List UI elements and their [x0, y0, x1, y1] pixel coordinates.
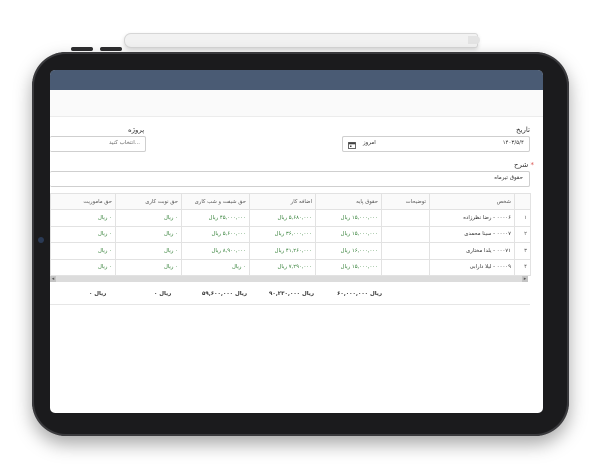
total-mission: ۰ ریال	[89, 291, 107, 297]
mission-cell[interactable]: ۰ ریال	[50, 209, 116, 227]
description-label: شرح *	[514, 161, 534, 169]
overtime-cell[interactable]: ۴۱,۲۶۰,۰۰۰ ریال	[249, 242, 316, 260]
base-salary-cell[interactable]: ۱۶,۰۰۰,۰۰۰ ریال	[315, 242, 382, 260]
stylus-pencil	[124, 33, 478, 48]
scroll-right-arrow-icon[interactable]: ▸	[522, 276, 528, 282]
column-header[interactable]: شخص	[429, 193, 515, 210]
turn-cell[interactable]: ۰ ریال	[115, 225, 182, 243]
volume-button	[71, 47, 93, 51]
screen: تاریخ ۱۴۰۳/۵/۴ امروز پروژه انتخاب کنید..…	[50, 70, 543, 413]
total-base: ۶۰,۰۰۰,۰۰۰ ریال	[337, 291, 383, 297]
date-field[interactable]: ۱۴۰۳/۵/۴ امروز	[342, 136, 530, 152]
table-row[interactable]: ۴ ۰۰۰۰۹ - لیلا دارابی ۱۵,۰۰۰,۰۰۰ ریال ۷,…	[50, 258, 531, 276]
table-row[interactable]: ۱ ۰۰۰۰۶ - رضا نظرزاده ۱۵,۰۰۰,۰۰۰ ریال ۵,…	[50, 209, 531, 227]
column-header[interactable]: حق شیفت و شب کاری	[181, 193, 250, 210]
description-value: حقوق تیرماه	[494, 175, 523, 181]
shift-cell[interactable]: ۴۵,۰۰۰,۰۰۰ ریال	[181, 209, 250, 227]
base-salary-cell[interactable]: ۱۵,۰۰۰,۰۰۰ ریال	[315, 225, 382, 243]
camera-icon	[38, 237, 44, 243]
required-mark: *	[530, 161, 534, 169]
total-overtime: ۹۰,۲۳۰,۰۰۰ ریال	[269, 291, 315, 297]
app-header-bar	[50, 70, 543, 90]
row-index: ۳	[514, 242, 531, 260]
person-cell[interactable]: ۰۰۰۷۱ - یلدا مختاری	[429, 242, 515, 260]
column-header[interactable]: حق ماموریت	[50, 193, 116, 210]
date-value: ۱۴۰۳/۵/۴	[502, 140, 524, 146]
row-index: ۲	[514, 225, 531, 243]
person-cell[interactable]: ۰۰۰۰۹ - لیلا دارابی	[429, 258, 515, 276]
overtime-cell[interactable]: ۵,۶۸۰,۰۰۰ ریال	[249, 209, 316, 227]
toolbar	[50, 90, 543, 117]
table-row[interactable]: ۳ ۰۰۰۷۱ - یلدا مختاری ۱۶,۰۰۰,۰۰۰ ریال ۴۱…	[50, 242, 531, 260]
volume-button	[100, 47, 122, 51]
description-label-text: شرح	[514, 161, 529, 169]
overtime-cell[interactable]: ۷,۲۹۰,۰۰۰ ریال	[249, 258, 316, 276]
shift-cell[interactable]: ۰ ریال	[181, 258, 250, 276]
horizontal-scrollbar[interactable]	[50, 276, 528, 282]
project-label: پروژه	[128, 126, 145, 134]
salary-table: شخص توضیحات حقوق پایه اضافه کار حق شیفت …	[50, 193, 531, 276]
project-placeholder: انتخاب کنید...	[109, 140, 140, 146]
table-row[interactable]: ۲ ۰۰۰۰۷ - سینا محمدی ۱۵,۰۰۰,۰۰۰ ریال ۳۶,…	[50, 225, 531, 243]
base-salary-cell[interactable]: ۱۵,۰۰۰,۰۰۰ ریال	[315, 209, 382, 227]
today-button-label[interactable]: امروز	[363, 140, 376, 146]
index-header	[514, 193, 531, 210]
project-select[interactable]: انتخاب کنید...	[50, 136, 146, 152]
mission-cell[interactable]: ۰ ریال	[50, 225, 116, 243]
column-header[interactable]: حقوق پایه	[315, 193, 382, 210]
row-index: ۴	[514, 258, 531, 276]
overtime-cell[interactable]: ۳۶,۰۰۰,۰۰۰ ریال	[249, 225, 316, 243]
table-header-row: شخص توضیحات حقوق پایه اضافه کار حق شیفت …	[50, 193, 531, 210]
mission-cell[interactable]: ۰ ریال	[50, 258, 116, 276]
date-label: تاریخ	[516, 126, 530, 134]
column-header[interactable]: توضیحات	[381, 193, 430, 210]
calendar-icon[interactable]	[348, 141, 356, 149]
shift-cell[interactable]: ۵,۶۰۰,۰۰۰ ریال	[181, 225, 250, 243]
shift-cell[interactable]: ۸,۹۰۰,۰۰۰ ریال	[181, 242, 250, 260]
column-header[interactable]: حق نوبت کاری	[115, 193, 182, 210]
description-cell[interactable]	[381, 242, 430, 260]
description-input[interactable]: حقوق تیرماه	[50, 171, 530, 187]
person-cell[interactable]: ۰۰۰۰۷ - سینا محمدی	[429, 225, 515, 243]
scroll-left-arrow-icon[interactable]: ◂	[50, 276, 56, 282]
turn-cell[interactable]: ۰ ریال	[115, 242, 182, 260]
column-header[interactable]: اضافه کار	[249, 193, 316, 210]
mission-cell[interactable]: ۰ ریال	[50, 242, 116, 260]
total-shift: ۵۹,۶۰۰,۰۰۰ ریال	[202, 291, 248, 297]
turn-cell[interactable]: ۰ ریال	[115, 258, 182, 276]
row-index: ۱	[514, 209, 531, 227]
total-turn: ۰ ریال	[154, 291, 172, 297]
description-cell[interactable]	[381, 209, 430, 227]
turn-cell[interactable]: ۰ ریال	[115, 209, 182, 227]
stylus-tip	[468, 36, 480, 44]
description-cell[interactable]	[381, 258, 430, 276]
divider	[50, 304, 530, 305]
person-cell[interactable]: ۰۰۰۰۶ - رضا نظرزاده	[429, 209, 515, 227]
description-cell[interactable]	[381, 225, 430, 243]
base-salary-cell[interactable]: ۱۵,۰۰۰,۰۰۰ ریال	[315, 258, 382, 276]
